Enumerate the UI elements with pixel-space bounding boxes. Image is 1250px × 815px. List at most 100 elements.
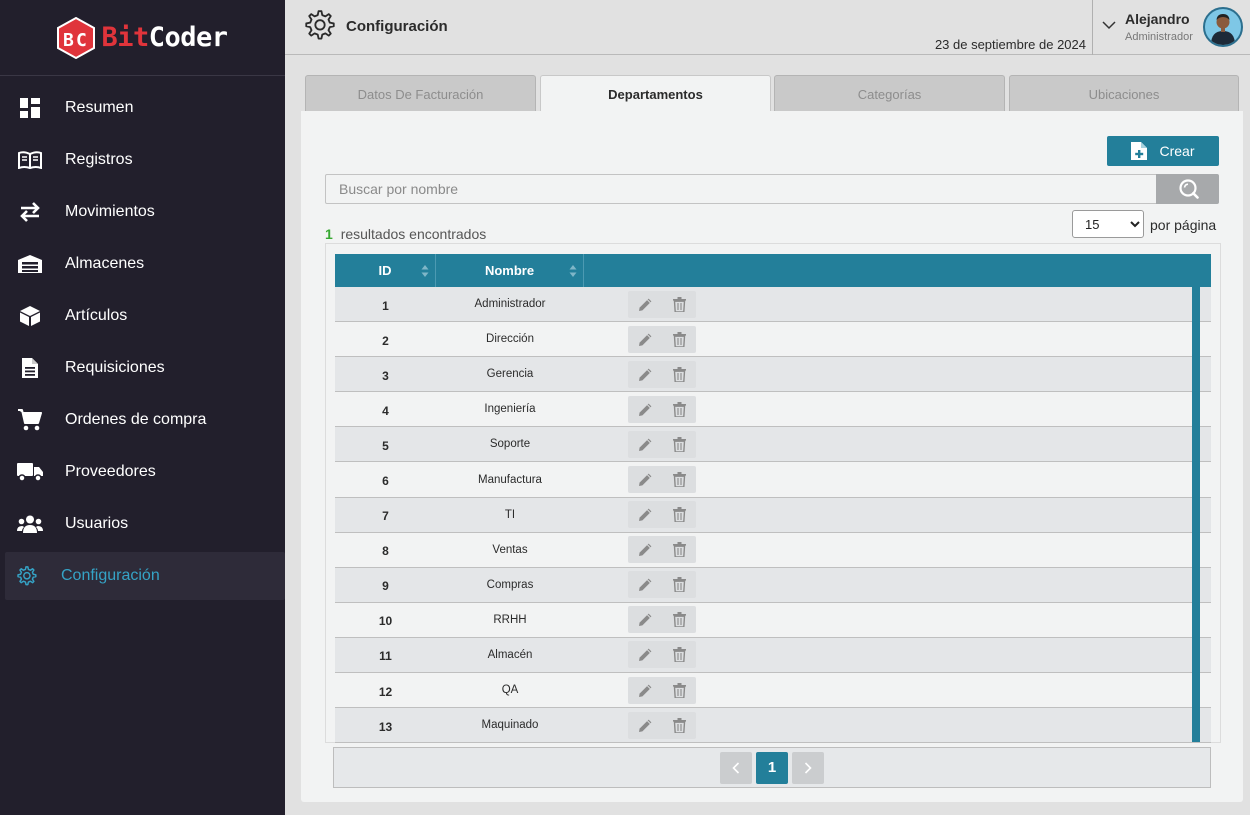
- row-actions: [628, 360, 696, 388]
- edit-icon[interactable]: [635, 505, 655, 525]
- user-name[interactable]: Alejandro: [1125, 11, 1190, 27]
- trash-icon[interactable]: [669, 540, 689, 560]
- previous-page-button[interactable]: [720, 751, 752, 784]
- page-title: Configuración: [346, 18, 448, 35]
- column-header-nombre[interactable]: Nombre: [436, 254, 584, 287]
- table-row: 3 Gerencia: [335, 357, 1211, 393]
- trash-icon[interactable]: [669, 610, 689, 630]
- row-actions: [628, 395, 696, 423]
- sidebar-item-label: Movimientos: [65, 203, 155, 220]
- tab-datos-de-facturacion[interactable]: Datos De Facturación: [305, 75, 536, 112]
- cell-name: QA: [501, 684, 519, 697]
- next-page-button[interactable]: [792, 751, 824, 784]
- cell-id: 7: [382, 509, 389, 524]
- create-button[interactable]: Crear: [1107, 136, 1219, 166]
- trash-icon[interactable]: [669, 399, 689, 419]
- user-avatar-icon: [1211, 14, 1235, 45]
- book-icon: [17, 149, 43, 171]
- per-page-select[interactable]: 15: [1072, 210, 1144, 238]
- table-row: 4 Ingeniería: [335, 392, 1211, 428]
- sidebar-item-movimientos[interactable]: Movimientos: [5, 186, 285, 238]
- sort-icon: [569, 265, 577, 277]
- table-scrollbar[interactable]: [1192, 287, 1200, 742]
- row-actions: [628, 325, 696, 353]
- edit-icon[interactable]: [635, 680, 655, 700]
- sidebar-item-proveedores[interactable]: Proveedores: [5, 446, 285, 498]
- trash-icon[interactable]: [669, 505, 689, 525]
- gear-icon: [13, 565, 39, 587]
- cell-id: 5: [382, 438, 389, 453]
- sidebar-item-configuracion[interactable]: Configuración: [5, 552, 285, 600]
- table-row: 5 Soporte: [335, 427, 1211, 463]
- edit-icon[interactable]: [635, 540, 655, 560]
- tab-categorias[interactable]: Categorías: [774, 75, 1005, 112]
- trash-icon[interactable]: [669, 329, 689, 349]
- sidebar-item-label: Requisiciones: [65, 359, 165, 376]
- edit-icon[interactable]: [635, 399, 655, 419]
- brand-name-part1: Bit: [101, 22, 149, 53]
- cell-id: 11: [379, 649, 392, 664]
- avatar[interactable]: [1203, 7, 1243, 47]
- edit-icon[interactable]: [635, 329, 655, 349]
- search-input[interactable]: [325, 174, 1157, 204]
- cell-id: 8: [382, 544, 389, 559]
- edit-icon[interactable]: [635, 575, 655, 595]
- trash-icon[interactable]: [669, 434, 689, 454]
- trash-icon[interactable]: [669, 294, 689, 314]
- tab-departamentos[interactable]: Departamentos: [540, 75, 771, 113]
- cell-name: Gerencia: [486, 368, 534, 381]
- header-divider: [1092, 0, 1093, 55]
- results-label: resultados encontrados: [340, 226, 487, 242]
- edit-icon[interactable]: [635, 610, 655, 630]
- search-button[interactable]: [1156, 174, 1219, 204]
- page-button-current[interactable]: 1: [756, 751, 788, 784]
- per-page-label: por página: [1150, 217, 1217, 233]
- column-header-id[interactable]: ID: [335, 254, 436, 287]
- sidebar-item-ordenes-de-compra[interactable]: Ordenes de compra: [5, 394, 285, 446]
- sidebar-item-registros[interactable]: Registros: [5, 134, 285, 186]
- cell-name: Ventas: [492, 543, 528, 556]
- sidebar-item-resumen[interactable]: Resumen: [5, 82, 285, 134]
- sidebar-item-articulos[interactable]: Artículos: [5, 290, 285, 342]
- sidebar-item-requisiciones[interactable]: Requisiciones: [5, 342, 285, 394]
- sidebar-item-label: Configuración: [61, 567, 160, 584]
- trash-icon[interactable]: [669, 364, 689, 384]
- trash-icon[interactable]: [669, 470, 689, 490]
- chevron-down-icon[interactable]: [1102, 20, 1116, 30]
- trash-icon[interactable]: [669, 645, 689, 665]
- row-actions: [628, 676, 696, 704]
- column-header-actions: [584, 254, 1211, 287]
- sidebar-nav: Resumen Registros Movimientos Almacenes …: [0, 76, 285, 600]
- edit-icon[interactable]: [635, 715, 655, 735]
- trash-icon[interactable]: [669, 715, 689, 735]
- cell-id: 12: [378, 684, 393, 699]
- cell-name: Maquinado: [481, 719, 539, 732]
- table-row: 7 TI: [335, 497, 1211, 533]
- brand-logo[interactable]: B C BitCoder: [0, 0, 285, 76]
- tab-ubicaciones[interactable]: Ubicaciones: [1009, 75, 1239, 112]
- sidebar-item-label: Resumen: [65, 99, 134, 116]
- edit-icon[interactable]: [635, 434, 655, 454]
- row-actions: [628, 430, 696, 458]
- edit-icon[interactable]: [635, 645, 655, 665]
- trash-icon[interactable]: [669, 575, 689, 595]
- row-actions: [628, 711, 696, 739]
- chevron-left-icon: [732, 761, 740, 774]
- sidebar-item-almacenes[interactable]: Almacenes: [5, 238, 285, 290]
- table-row: 1 Administrador: [335, 287, 1211, 323]
- table-row: 2 Dirección: [335, 322, 1211, 358]
- trash-icon[interactable]: [669, 680, 689, 700]
- row-actions: [628, 536, 696, 564]
- edit-icon[interactable]: [635, 294, 655, 314]
- row-actions: [628, 501, 696, 529]
- table-body: 1 Administrador 2 Dirección 3 Gerencia 4 Ingeni…: [335, 287, 1211, 744]
- departments-panel: Crear 1 resultados encontrados 15 por pá…: [301, 111, 1243, 802]
- cell-name: Ingeniería: [484, 403, 536, 416]
- cell-id: 4: [382, 403, 389, 418]
- cell-name: Dirección: [486, 333, 534, 346]
- edit-icon[interactable]: [635, 364, 655, 384]
- edit-icon[interactable]: [635, 470, 655, 490]
- sidebar-item-usuarios[interactable]: Usuarios: [5, 498, 285, 550]
- svg-text:B: B: [63, 30, 74, 51]
- dashboard-icon: [17, 97, 43, 119]
